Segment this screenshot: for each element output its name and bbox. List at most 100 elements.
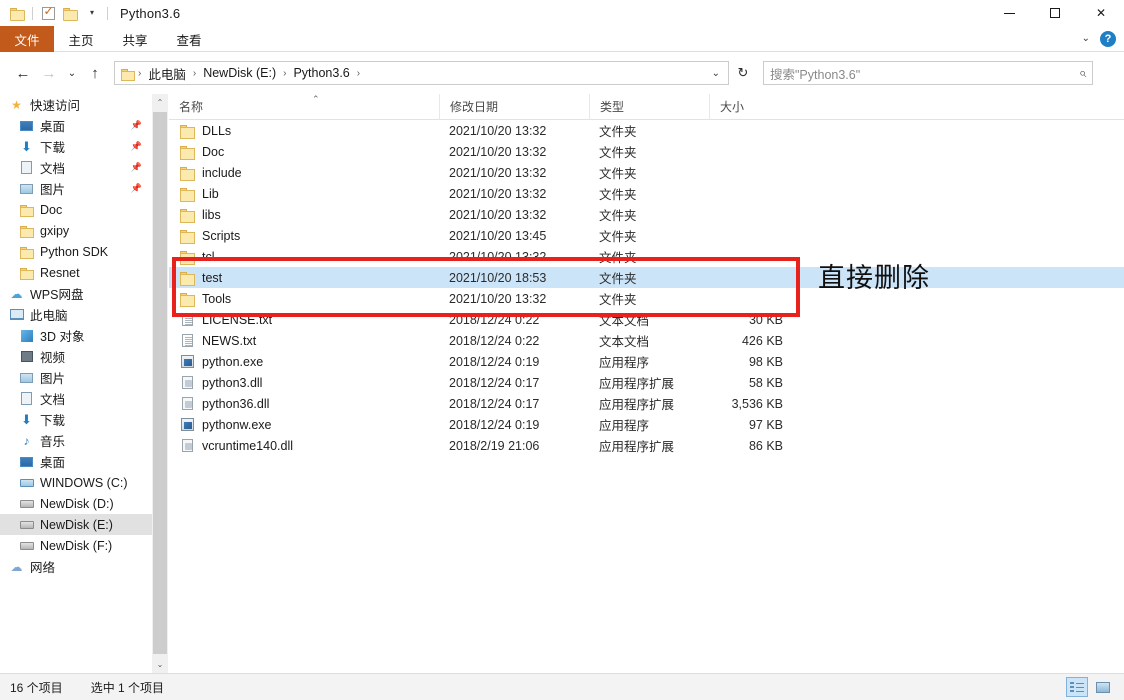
table-row[interactable]: DLLs 2021/10/20 13:32 文件夹	[169, 120, 1124, 141]
title-bar: ▾ Python3.6 ✕	[0, 0, 1124, 26]
cell-type: 应用程序扩展	[599, 440, 675, 454]
help-icon[interactable]: ?	[1100, 30, 1116, 47]
pin-icon[interactable]: 📌	[131, 141, 142, 152]
sidebar-item-此电脑[interactable]: 此电脑	[0, 304, 152, 325]
cell-name: Tools	[169, 292, 439, 307]
sidebar-item-桌面[interactable]: 桌面	[0, 451, 152, 472]
sidebar-item-newdisk--f--[interactable]: NewDisk (F:)	[0, 535, 152, 556]
table-row[interactable]: NEWS.txt 2018/12/24 0:22 文本文档 426 KB	[169, 330, 1124, 351]
tab-view[interactable]: 查看	[162, 26, 216, 52]
cell-name: Doc	[169, 144, 439, 160]
table-row[interactable]: tcl 2021/10/20 13:32 文件夹	[169, 246, 1124, 267]
back-button[interactable]: ←	[10, 60, 36, 86]
sidebar-item-图片[interactable]: 图片 📌	[0, 178, 152, 199]
cell-type: 文件夹	[599, 167, 637, 181]
chevron-down-icon[interactable]: ⌄	[706, 68, 726, 79]
table-row[interactable]: Scripts 2021/10/20 13:45 文件夹	[169, 225, 1124, 246]
table-row[interactable]: include 2021/10/20 13:32 文件夹	[169, 162, 1124, 183]
qat-new-folder-button[interactable]	[59, 2, 81, 24]
sidebar-item-下载[interactable]: ⬇ 下载	[0, 409, 152, 430]
drive-icon	[18, 541, 35, 550]
qat-properties-button[interactable]	[37, 2, 59, 24]
status-bar: 16 个项目 选中 1 个项目	[0, 673, 1124, 700]
table-row[interactable]: python3.dll 2018/12/24 0:17 应用程序扩展 58 KB	[169, 372, 1124, 393]
cell-date: 2021/10/20 18:53	[449, 270, 547, 285]
cell-size: 30 KB	[748, 312, 783, 327]
pin-icon[interactable]: 📌	[131, 162, 142, 173]
sidebar-item-newdisk--e--[interactable]: NewDisk (E:)	[0, 514, 152, 535]
breadcrumb[interactable]: › 此电脑 › NewDisk (E:) › Python3.6 › ⌄	[114, 61, 729, 85]
large-icons-view-button[interactable]	[1092, 677, 1114, 697]
breadcrumb-item-newdisk-e[interactable]: NewDisk (E:)	[198, 64, 281, 82]
search-input[interactable]: 搜索"Python3.6"	[770, 64, 1079, 83]
folder-icon	[179, 145, 195, 160]
table-row[interactable]: Tools 2021/10/20 13:32 文件夹	[169, 288, 1124, 309]
tab-share[interactable]: 共享	[108, 26, 162, 52]
sidebar-item-wps网盘[interactable]: ☁ WPS网盘	[0, 283, 152, 304]
sidebar-item-视频[interactable]: 视频	[0, 346, 152, 367]
refresh-button[interactable]: ↻	[729, 61, 757, 85]
table-row[interactable]: python36.dll 2018/12/24 0:17 应用程序扩展 3,536 K…	[169, 393, 1124, 414]
column-header-size[interactable]: 大小	[709, 93, 789, 120]
pin-icon[interactable]: 📌	[131, 120, 142, 131]
text-file-icon	[179, 313, 195, 326]
tab-home[interactable]: 主页	[54, 26, 108, 52]
qat-customize-button[interactable]: ▾	[81, 2, 103, 24]
search-icon[interactable]: ⌕	[1079, 65, 1086, 81]
file-name-label: Doc	[202, 144, 225, 159]
navigation-scrollbar[interactable]: ⌃ ⌄	[152, 94, 168, 673]
folder-icon	[10, 7, 25, 21]
up-button[interactable]: ↑	[82, 60, 108, 86]
column-header-type[interactable]: 类型	[589, 93, 709, 120]
minimize-button[interactable]	[986, 0, 1032, 26]
sidebar-item-resnet[interactable]: Resnet	[0, 262, 152, 283]
column-header-name[interactable]: 名称	[169, 98, 439, 115]
folder-icon	[18, 225, 35, 238]
cell-type: 应用程序	[599, 356, 650, 370]
search-box[interactable]: 搜索"Python3.6" ⌕	[763, 61, 1093, 85]
table-row[interactable]: LICENSE.txt 2018/12/24 0:22 文本文档 30 KB	[169, 309, 1124, 330]
table-row[interactable]: libs 2021/10/20 13:32 文件夹	[169, 204, 1124, 225]
tab-file[interactable]: 文件	[0, 26, 54, 52]
sidebar-item-3d-对象[interactable]: 3D 对象	[0, 325, 152, 346]
sidebar-item-python-sdk[interactable]: Python SDK	[0, 241, 152, 262]
pin-icon[interactable]: 📌	[131, 183, 142, 194]
table-row[interactable]: Doc 2021/10/20 13:32 文件夹	[169, 141, 1124, 162]
table-row[interactable]: pythonw.exe 2018/12/24 0:19 应用程序 97 KB	[169, 414, 1124, 435]
sidebar-item-gxipy[interactable]: gxipy	[0, 220, 152, 241]
scrollbar-thumb[interactable]	[153, 112, 167, 654]
table-row[interactable]: test 2021/10/20 18:53 文件夹	[169, 267, 1124, 288]
details-view-button[interactable]	[1066, 677, 1088, 697]
chevron-down-icon[interactable]: ⌄	[1078, 33, 1094, 44]
forward-button[interactable]: →	[36, 60, 62, 86]
sidebar-item-网络[interactable]: ☁ 网络	[0, 556, 152, 577]
sidebar-item-doc[interactable]: Doc	[0, 199, 152, 220]
sidebar-item-图片[interactable]: 图片	[0, 367, 152, 388]
drive-icon	[18, 520, 35, 529]
pictures-icon	[18, 183, 35, 194]
sidebar-item-文档[interactable]: 文档	[0, 388, 152, 409]
sidebar-item-newdisk--d--[interactable]: NewDisk (D:)	[0, 493, 152, 514]
qat-folder-button[interactable]	[6, 2, 28, 24]
breadcrumb-item-this-pc[interactable]: 此电脑	[143, 62, 191, 85]
sidebar-item-label: 文档	[40, 162, 66, 176]
table-row[interactable]: Lib 2021/10/20 13:32 文件夹	[169, 183, 1124, 204]
table-row[interactable]: vcruntime140.dll 2018/2/19 21:06 应用程序扩展 86 …	[169, 435, 1124, 456]
scroll-up-button[interactable]: ⌃	[152, 94, 168, 111]
sidebar-item-桌面[interactable]: 桌面 📌	[0, 115, 152, 136]
scroll-down-button[interactable]: ⌄	[152, 656, 168, 673]
maximize-button[interactable]	[1032, 0, 1078, 26]
breadcrumb-item-python36[interactable]: Python3.6	[288, 64, 354, 82]
sidebar-item-快速访问[interactable]: ★ 快速访问	[0, 94, 152, 115]
cell-size: 58 KB	[748, 375, 783, 390]
recent-locations-button[interactable]: ⌄	[62, 60, 82, 86]
close-button[interactable]: ✕	[1078, 0, 1124, 26]
sidebar-item-文档[interactable]: 文档 📌	[0, 157, 152, 178]
table-row[interactable]: python.exe 2018/12/24 0:19 应用程序 98 KB	[169, 351, 1124, 372]
folder-icon	[18, 204, 35, 217]
text-file-icon	[179, 334, 195, 347]
sidebar-item-音乐[interactable]: ♪ 音乐	[0, 430, 152, 451]
sidebar-item-windows--c--[interactable]: WINDOWS (C:)	[0, 472, 152, 493]
column-header-date[interactable]: 修改日期	[439, 93, 589, 120]
sidebar-item-下载[interactable]: ⬇ 下载 📌	[0, 136, 152, 157]
